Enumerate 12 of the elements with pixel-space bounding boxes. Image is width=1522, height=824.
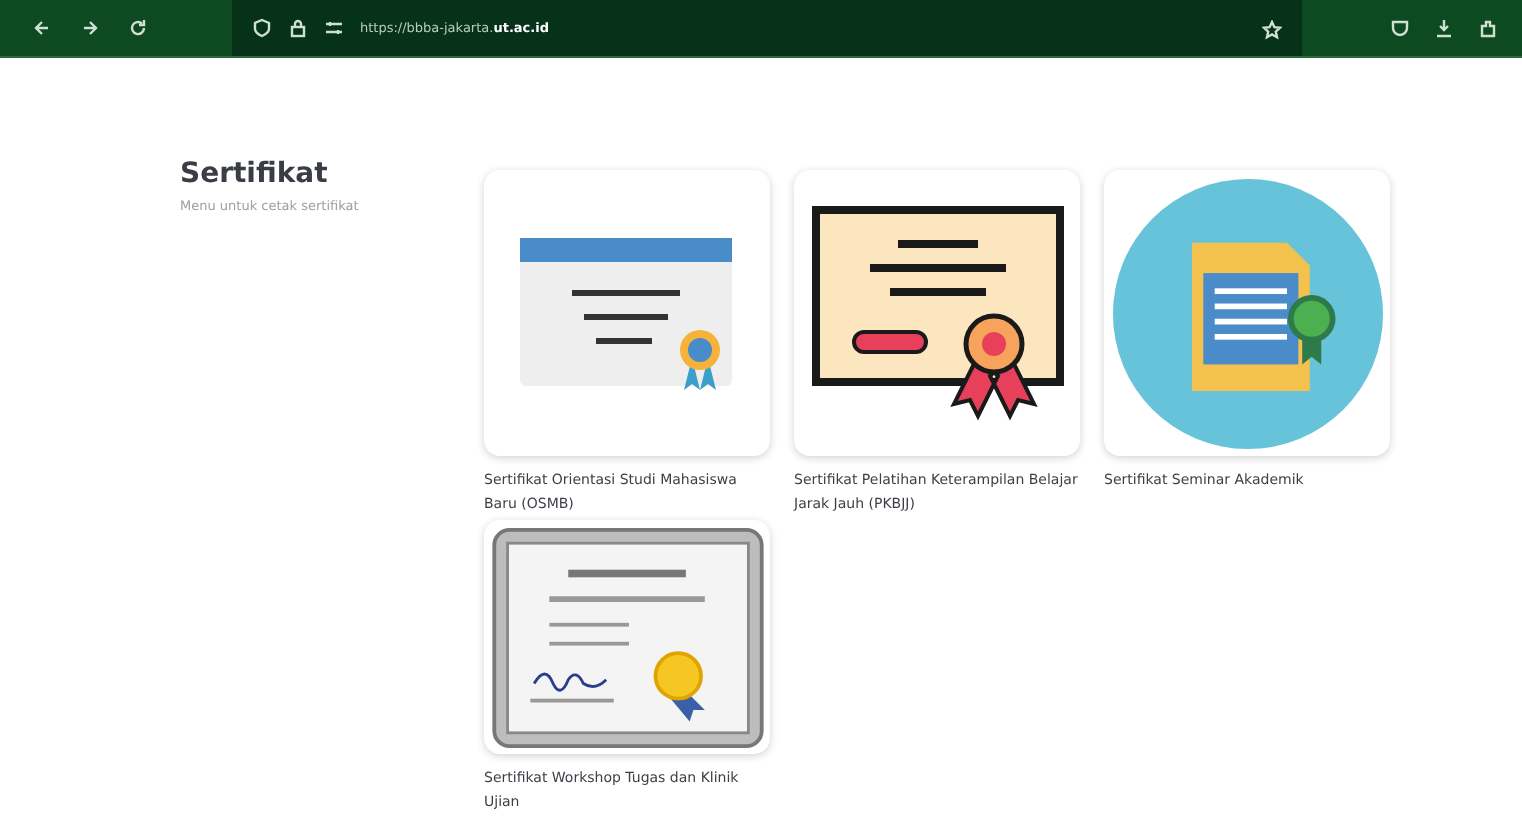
- page-title: Sertifikat: [180, 158, 330, 190]
- lock-icon[interactable]: [288, 18, 308, 38]
- pocket-icon[interactable]: [1390, 18, 1410, 38]
- forward-arrow-icon[interactable]: [80, 18, 100, 38]
- reload-icon[interactable]: [128, 18, 148, 38]
- download-icon[interactable]: [1434, 18, 1454, 38]
- settings-sliders-icon[interactable]: [324, 18, 344, 38]
- extensions-icon[interactable]: [1478, 18, 1498, 38]
- star-icon[interactable]: [1262, 19, 1282, 39]
- certificate-card[interactable]: [794, 170, 1080, 456]
- back-arrow-icon[interactable]: [32, 18, 52, 38]
- shield-icon[interactable]: [252, 18, 272, 38]
